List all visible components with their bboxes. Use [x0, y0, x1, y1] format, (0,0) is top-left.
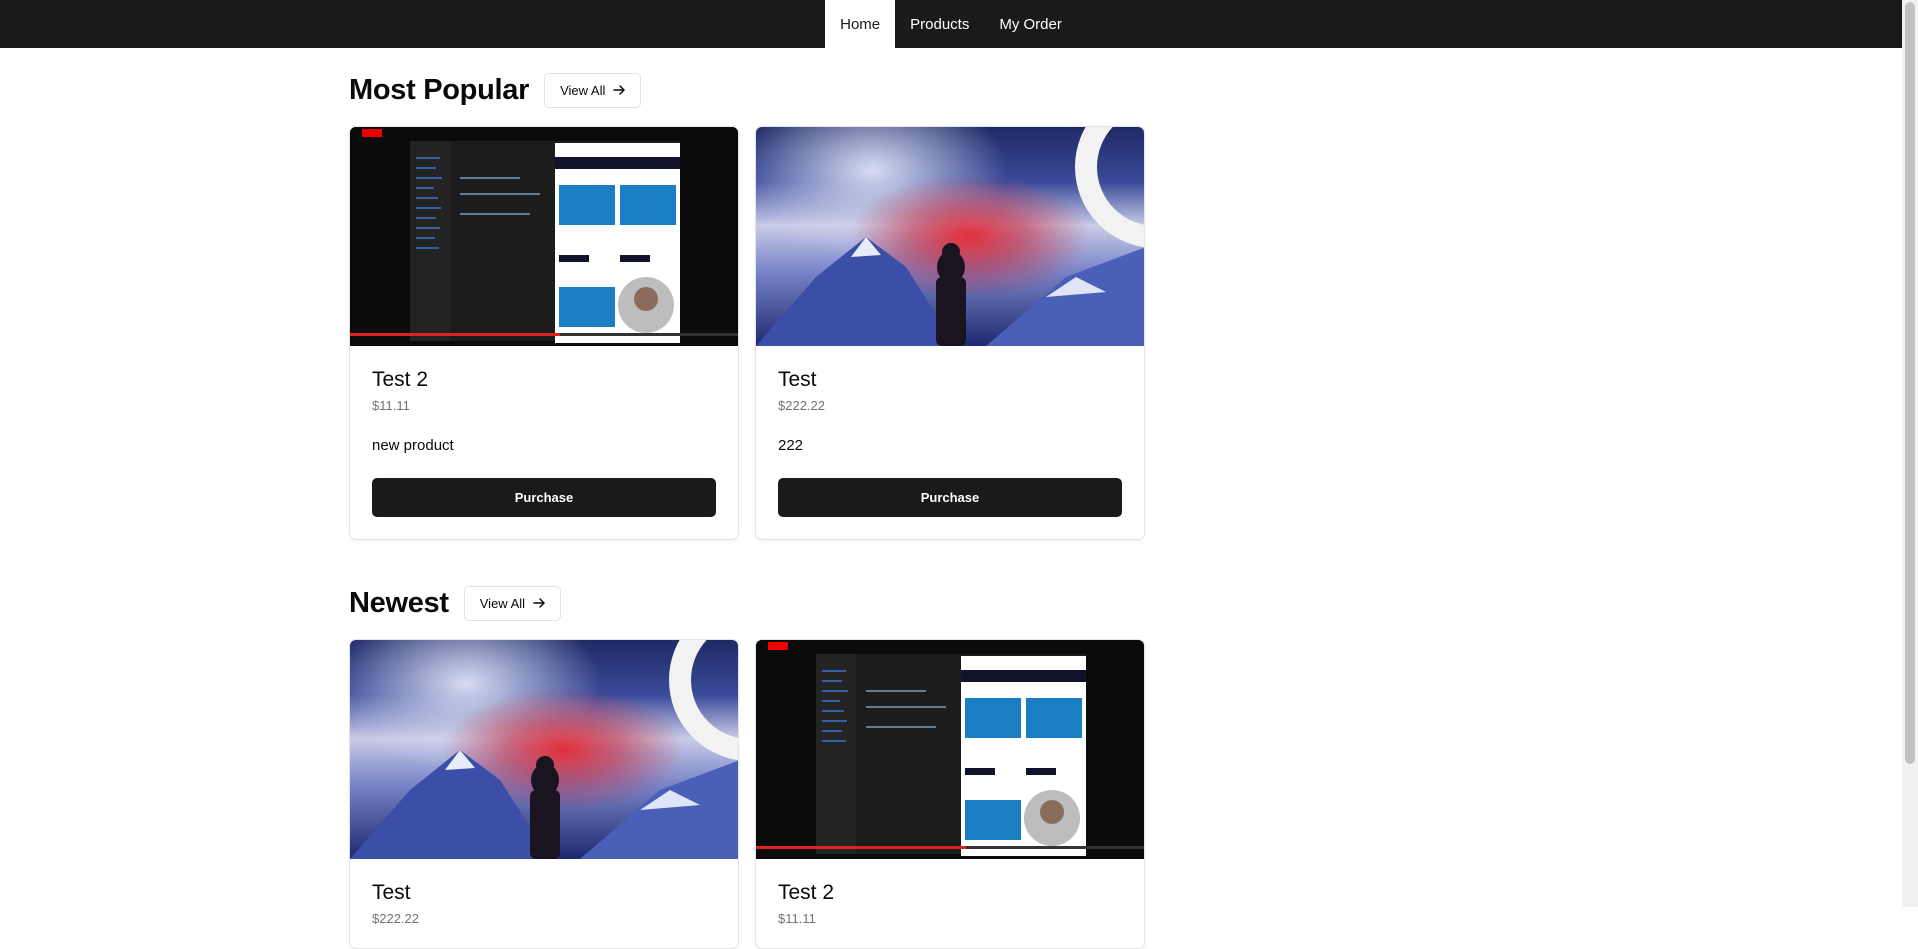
section-title: Most Popular [349, 73, 530, 106]
product-title: Test 2 [778, 881, 835, 904]
product-price: $222.22 [372, 911, 419, 926]
product-image [350, 127, 738, 346]
card-body: Test 2 $11.11 [756, 859, 1144, 948]
card-body: Test 2 $11.11 new product Purchase [350, 346, 738, 539]
section-header: Newest View All [349, 582, 1149, 624]
section-title: Newest [349, 586, 449, 619]
arrow-right-icon [533, 598, 545, 608]
nav-my-order-link[interactable]: My Order [984, 0, 1077, 48]
view-all-button[interactable]: View All [544, 72, 642, 108]
view-all-label: View All [560, 82, 606, 98]
product-card: Test $222.22 222 Purchase [755, 126, 1145, 540]
product-price: $11.11 [372, 398, 410, 413]
product-description: new product [372, 437, 454, 454]
card-body: Test $222.22 [350, 859, 738, 948]
view-all-label: View All [479, 595, 526, 611]
section-header: Most Popular View All [349, 69, 1149, 111]
main-content: Most Popular View All Test 2 $11.11 new … [349, 48, 1149, 949]
product-grid: Test $222.22 Test 2 $11.11 [349, 639, 1149, 949]
product-price: $11.11 [778, 911, 816, 926]
product-description: 222 [778, 437, 804, 454]
scrollbar-thumb[interactable] [1905, 2, 1915, 764]
page-scrollbar[interactable] [1902, 0, 1918, 907]
arrow-right-icon [613, 85, 626, 95]
product-card: Test 2 $11.11 [755, 639, 1145, 949]
product-image [350, 640, 738, 859]
nav-products-link[interactable]: Products [895, 0, 984, 48]
product-image [756, 127, 1144, 346]
purchase-button[interactable]: Purchase [778, 478, 1122, 517]
card-body: Test $222.22 222 Purchase [756, 346, 1144, 539]
product-title: Test [778, 368, 817, 391]
nav-home-link[interactable]: Home [825, 0, 896, 48]
purchase-button[interactable]: Purchase [372, 478, 716, 517]
product-title: Test [372, 881, 411, 904]
newest-section: Newest View All Test $222.22 Test 2 $11.… [349, 582, 1149, 949]
top-navigation: Home Products My Order [0, 0, 1902, 48]
product-title: Test 2 [372, 368, 429, 391]
most-popular-section: Most Popular View All Test 2 $11.11 new … [349, 69, 1149, 540]
product-price: $222.22 [778, 398, 825, 413]
product-card: Test $222.22 [349, 639, 739, 949]
product-grid: Test 2 $11.11 new product Purchase Test … [349, 126, 1149, 540]
view-all-button[interactable]: View All [463, 585, 562, 621]
product-card: Test 2 $11.11 new product Purchase [349, 126, 739, 540]
product-image [756, 640, 1144, 859]
